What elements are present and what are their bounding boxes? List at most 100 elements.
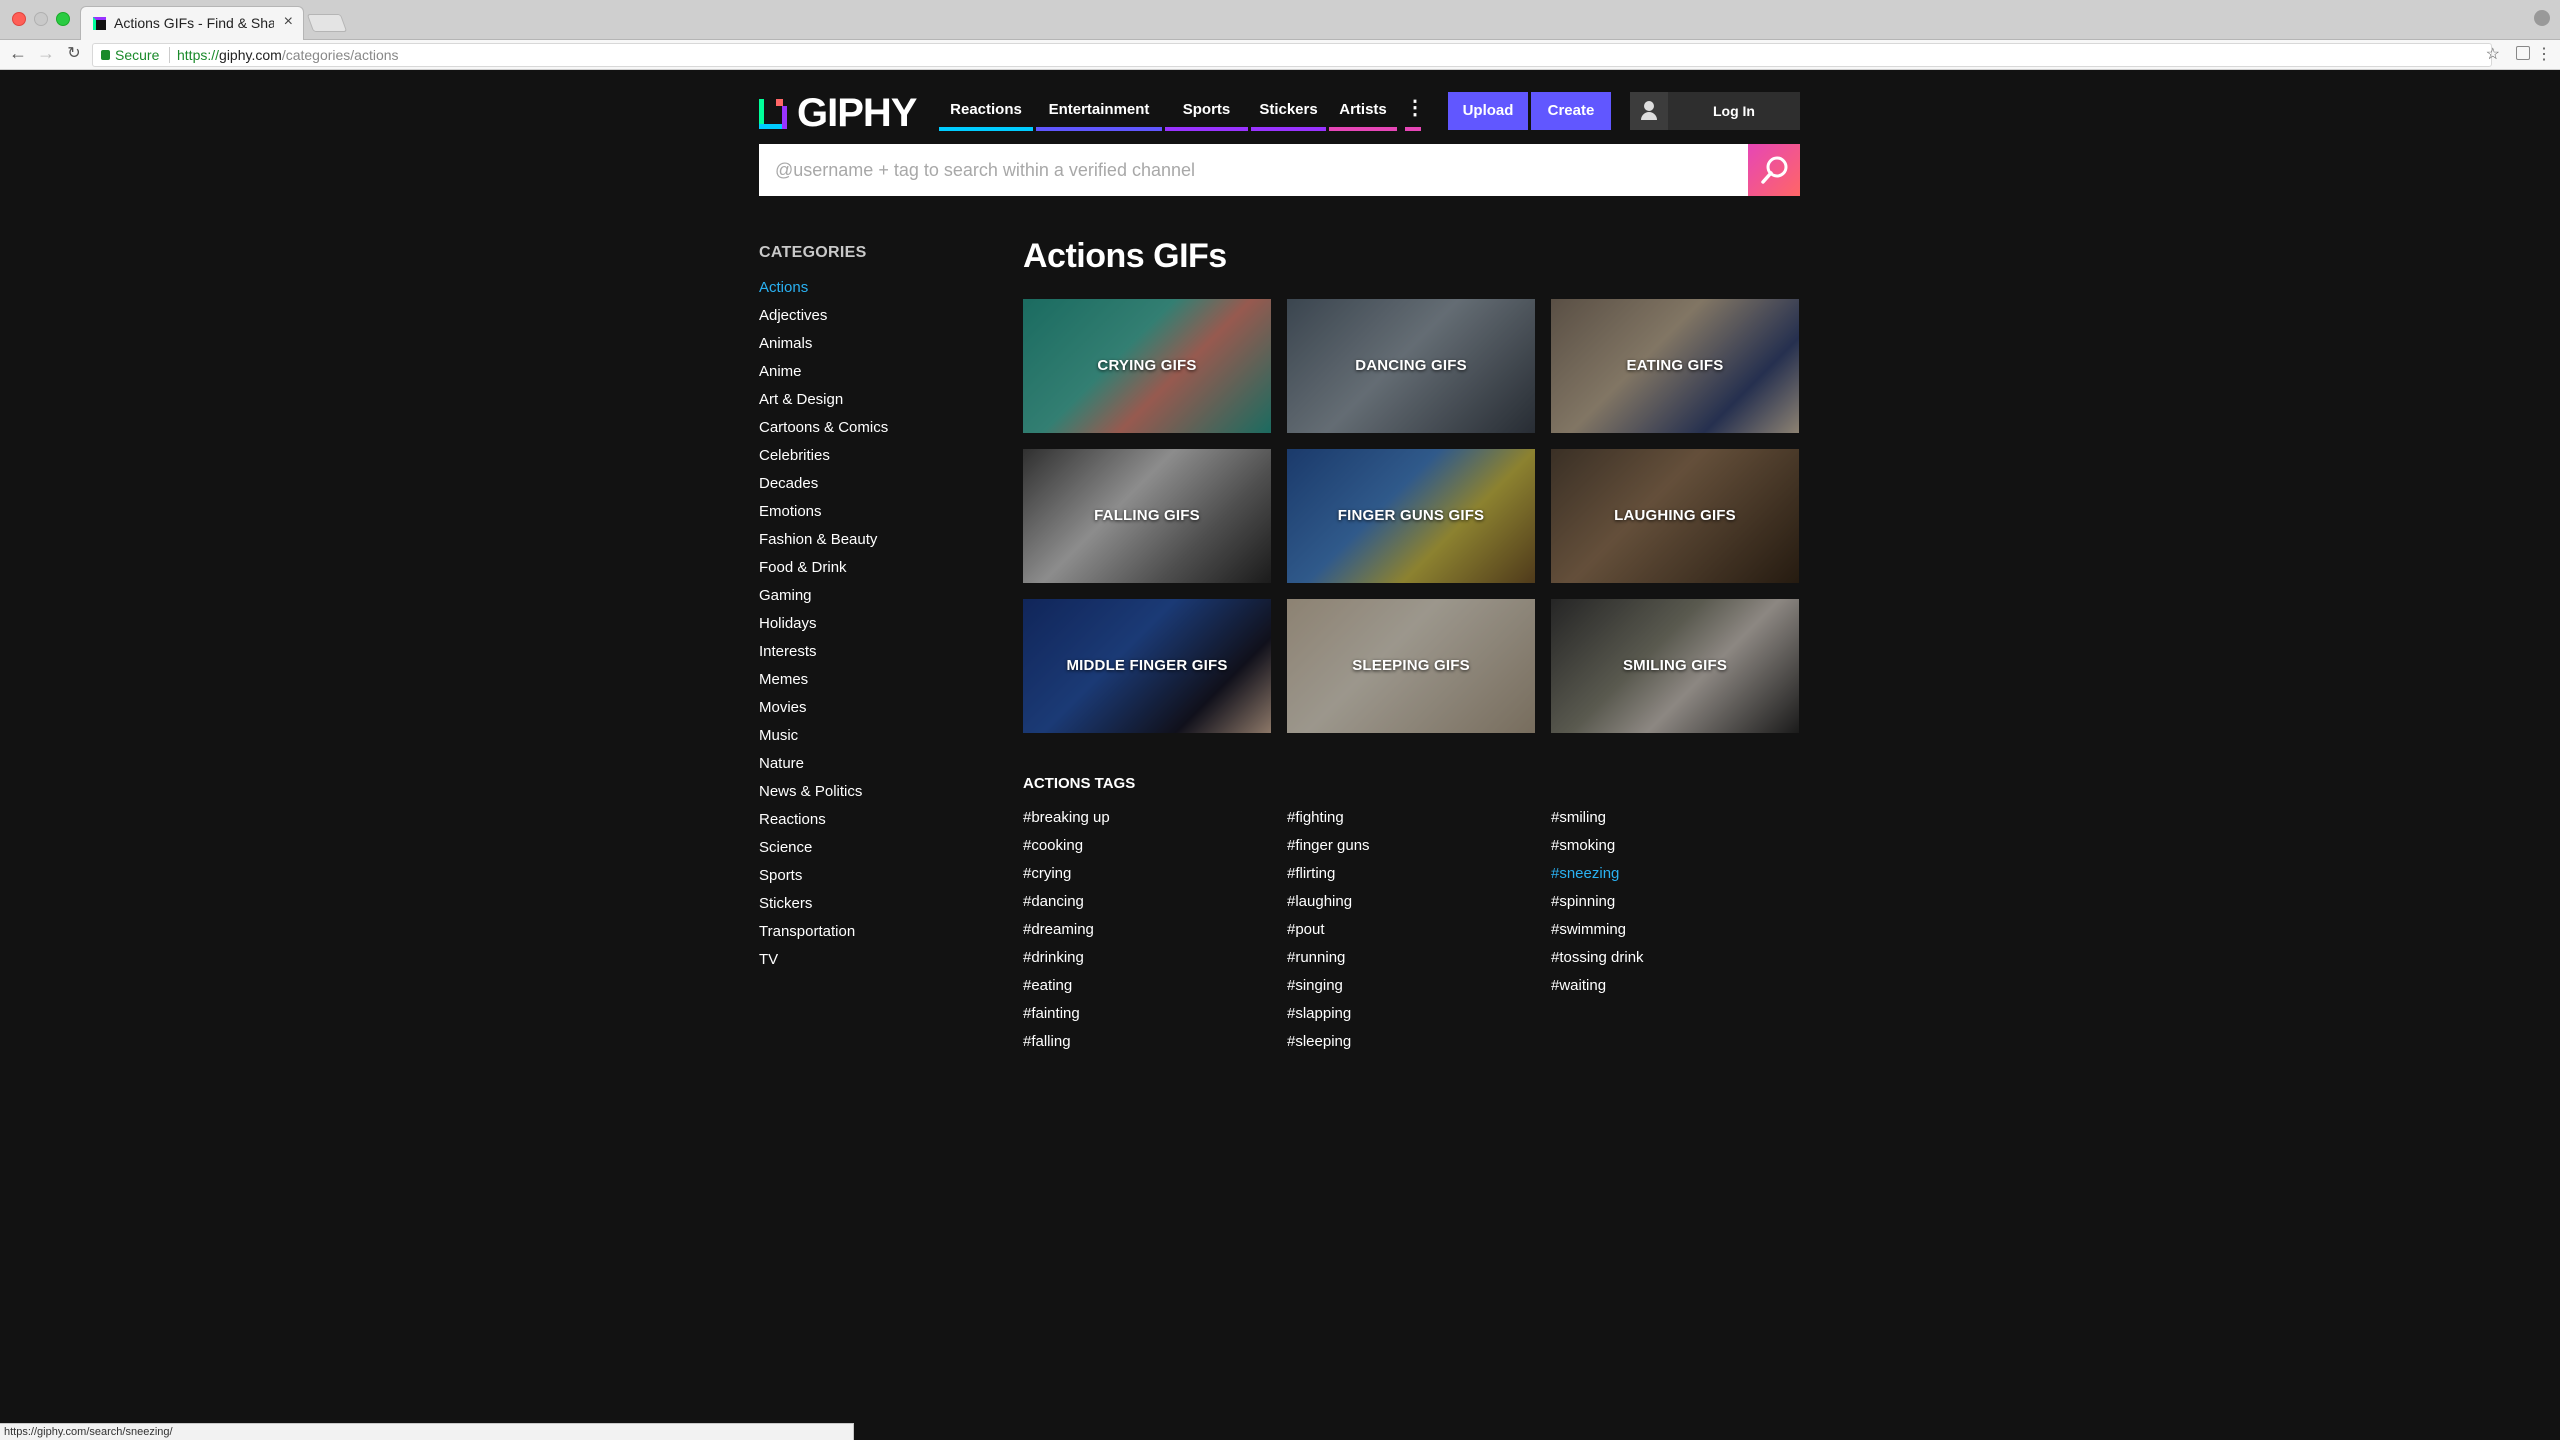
category-item[interactable]: Holidays [759,610,888,638]
tab-close-icon[interactable]: × [284,13,293,31]
nav-artists[interactable]: Artists [1329,97,1397,131]
gif-category-tile[interactable]: CRYING GIFS [1023,299,1271,433]
tag-link[interactable]: #slapping [1287,1000,1370,1028]
giphy-logo[interactable]: GIPHY [759,93,927,133]
url-path: /categories/actions [281,47,399,63]
tab-title: Actions GIFs - Find & Share on GIPHY [114,15,274,31]
url-text: https://giphy.com/categories/actions [177,47,399,63]
category-item[interactable]: Art & Design [759,386,888,414]
category-item[interactable]: Actions [759,274,888,302]
gif-category-tile[interactable]: FINGER GUNS GIFS [1287,449,1535,583]
category-item[interactable]: Stickers [759,890,888,918]
tag-column: #fighting #finger guns #flirting #laughing #… [1287,804,1370,1056]
minimize-window-button[interactable] [34,12,48,26]
browser-menu-icon[interactable]: ⋮ [2536,44,2552,64]
close-window-button[interactable] [12,12,26,26]
tag-link[interactable]: #falling [1023,1028,1110,1056]
tag-link[interactable]: #breaking up [1023,804,1110,832]
reload-icon[interactable]: ↻ [62,43,86,63]
user-icon [1630,92,1668,130]
tag-link[interactable]: #sleeping [1287,1028,1370,1056]
category-item[interactable]: Memes [759,666,888,694]
category-item[interactable]: Animals [759,330,888,358]
category-item[interactable]: Anime [759,358,888,386]
upload-button[interactable]: Upload [1448,92,1528,130]
tag-link[interactable]: #drinking [1023,944,1110,972]
create-button[interactable]: Create [1531,92,1611,130]
tag-link[interactable]: #cooking [1023,832,1110,860]
category-list: Actions Adjectives Animals Anime Art & Desig… [759,274,888,974]
nav-reactions[interactable]: Reactions [939,97,1033,131]
tag-link[interactable]: #smiling [1551,804,1644,832]
extension-icon[interactable] [2516,46,2530,60]
category-item[interactable]: Music [759,722,888,750]
gif-category-tile[interactable]: SLEEPING GIFS [1287,599,1535,733]
gif-category-tile[interactable]: EATING GIFS [1551,299,1799,433]
tag-link[interactable]: #tossing drink [1551,944,1644,972]
gif-category-tile[interactable]: LAUGHING GIFS [1551,449,1799,583]
nav-entertainment[interactable]: Entertainment [1036,97,1162,131]
tag-link[interactable]: #eating [1023,972,1110,1000]
category-item[interactable]: Celebrities [759,442,888,470]
category-item[interactable]: Adjectives [759,302,888,330]
category-item[interactable]: Science [759,834,888,862]
tile-label: DANCING GIFS [1355,357,1467,374]
tag-link[interactable]: #swimming [1551,916,1644,944]
giphy-favicon-icon [93,17,106,30]
tag-link[interactable]: #fighting [1287,804,1370,832]
tag-link[interactable]: #running [1287,944,1370,972]
search-input[interactable] [759,144,1747,196]
new-tab-button[interactable] [306,14,348,32]
category-item[interactable]: Gaming [759,582,888,610]
category-item[interactable]: Reactions [759,806,888,834]
more-menu-icon[interactable]: ⋮ [1405,97,1425,131]
gif-category-tile[interactable]: DANCING GIFS [1287,299,1535,433]
tag-link[interactable]: #fainting [1023,1000,1110,1028]
bookmark-star-icon[interactable]: ☆ [2486,44,2500,64]
search-icon [1761,156,1788,184]
gif-category-tile[interactable]: MIDDLE FINGER GIFS [1023,599,1271,733]
forward-arrow-icon[interactable]: → [34,43,58,64]
gif-category-tile[interactable]: FALLING GIFS [1023,449,1271,583]
profile-icon[interactable] [2534,10,2550,26]
category-item[interactable]: Interests [759,638,888,666]
login-button[interactable]: Log In [1630,92,1800,130]
category-item[interactable]: Sports [759,862,888,890]
category-item[interactable]: Food & Drink [759,554,888,582]
tag-link[interactable]: #singing [1287,972,1370,1000]
nav-sports[interactable]: Sports [1165,97,1248,131]
search-button[interactable] [1748,144,1800,196]
category-item[interactable]: Cartoons & Comics [759,414,888,442]
category-item[interactable]: Fashion & Beauty [759,526,888,554]
tag-link[interactable]: #sneezing [1551,860,1644,888]
secure-label: Secure [115,47,160,63]
tag-link[interactable]: #finger guns [1287,832,1370,860]
tag-link[interactable]: #dancing [1023,888,1110,916]
tag-link[interactable]: #spinning [1551,888,1644,916]
url-scheme: https:// [177,47,220,63]
browser-tab[interactable]: Actions GIFs - Find & Share on GIPHY × [80,6,304,40]
nav-stickers[interactable]: Stickers [1251,97,1326,131]
url-host: giphy.com [219,47,282,63]
category-item[interactable]: TV [759,946,888,974]
category-item[interactable]: News & Politics [759,778,888,806]
tile-label: MIDDLE FINGER GIFS [1066,657,1228,674]
category-item[interactable]: Decades [759,470,888,498]
tag-link[interactable]: #dreaming [1023,916,1110,944]
category-item[interactable]: Emotions [759,498,888,526]
back-arrow-icon[interactable]: ← [6,43,30,64]
maximize-window-button[interactable] [56,12,70,26]
nav-underline [1251,127,1326,131]
category-item[interactable]: Movies [759,694,888,722]
category-item[interactable]: Transportation [759,918,888,946]
tag-link[interactable]: #crying [1023,860,1110,888]
tag-link[interactable]: #laughing [1287,888,1370,916]
tag-link[interactable]: #flirting [1287,860,1370,888]
login-label: Log In [1713,103,1755,119]
tag-link[interactable]: #pout [1287,916,1370,944]
tag-link[interactable]: #smoking [1551,832,1644,860]
gif-category-tile[interactable]: SMILING GIFS [1551,599,1799,733]
tag-link[interactable]: #waiting [1551,972,1644,1000]
category-item[interactable]: Nature [759,750,888,778]
address-bar[interactable]: Secure https://giphy.com/categories/acti… [92,43,2492,67]
